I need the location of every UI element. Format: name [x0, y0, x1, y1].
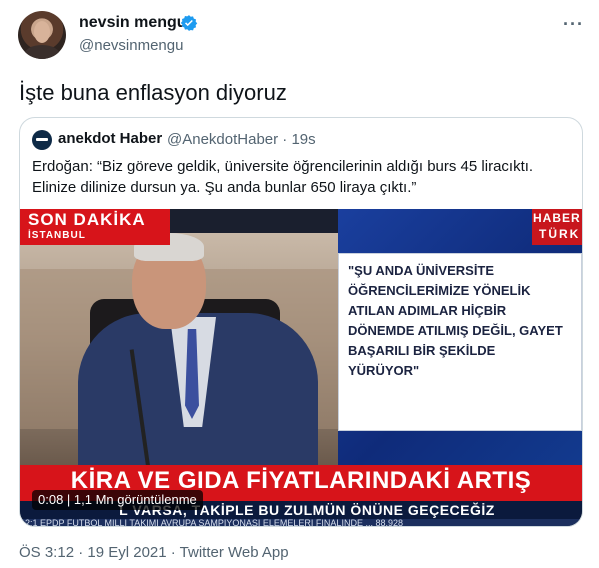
quoted-tweet[interactable]: anekdot Haber @AnekdotHaber · 19s Erdoğa…: [19, 117, 583, 527]
quoted-author-handle: @AnekdotHaber · 19s: [167, 131, 316, 148]
quoted-author-name: anekdot Haber: [58, 130, 163, 147]
quoted-author-avatar: [32, 130, 52, 150]
tweet-footer: ÖS 3:12 · 19 Eyl 2021 · Twitter Web App: [19, 544, 289, 561]
channel-logo-top: HABER: [533, 211, 581, 225]
author-name[interactable]: nevsin mengu: [79, 14, 187, 32]
breaking-banner-location: İSTANBUL: [28, 230, 86, 241]
separator: |: [63, 492, 74, 507]
quoted-tweet-text: Erdoğan: “Biz göreve geldik, üniversite …: [32, 158, 534, 196]
avatar-face: [34, 21, 50, 43]
tweet-source[interactable]: Twitter Web App: [180, 544, 289, 561]
author-handle[interactable]: @nevsinmengu: [79, 37, 183, 54]
video-time: 0:08: [38, 492, 64, 507]
tweet-timestamp[interactable]: ÖS 3:12 · 19 Eyl 2021 ·: [19, 544, 176, 561]
news-ticker-text: 12:1 EPDP FUTBOL MİLLİ TAKIMI AVRUPA ŞAM…: [20, 519, 403, 527]
video-time-views: 0:08 | 1,1 Mn görüntülenme: [32, 490, 203, 510]
more-options-icon[interactable]: ···: [563, 14, 584, 35]
video-player[interactable]: SON DAKİKA İSTANBUL HABER TÜRK "ŞU ANDA …: [20, 209, 582, 527]
verified-badge-icon: [180, 15, 198, 31]
tweet-text: İşte buna enflasyon diyoruz: [19, 80, 287, 105]
author-avatar[interactable]: [18, 11, 66, 59]
channel-logo-bottom: TÜRK: [539, 227, 581, 241]
video-views: 1,1 Mn görüntülenme: [73, 492, 197, 507]
breaking-banner-title: SON DAKİKA: [28, 210, 146, 229]
avatar-body: [24, 45, 60, 59]
quote-card-text: "ŞU ANDA ÜNİVERSİTE ÖĞRENCİLERİMİZE YÖNE…: [348, 263, 563, 378]
